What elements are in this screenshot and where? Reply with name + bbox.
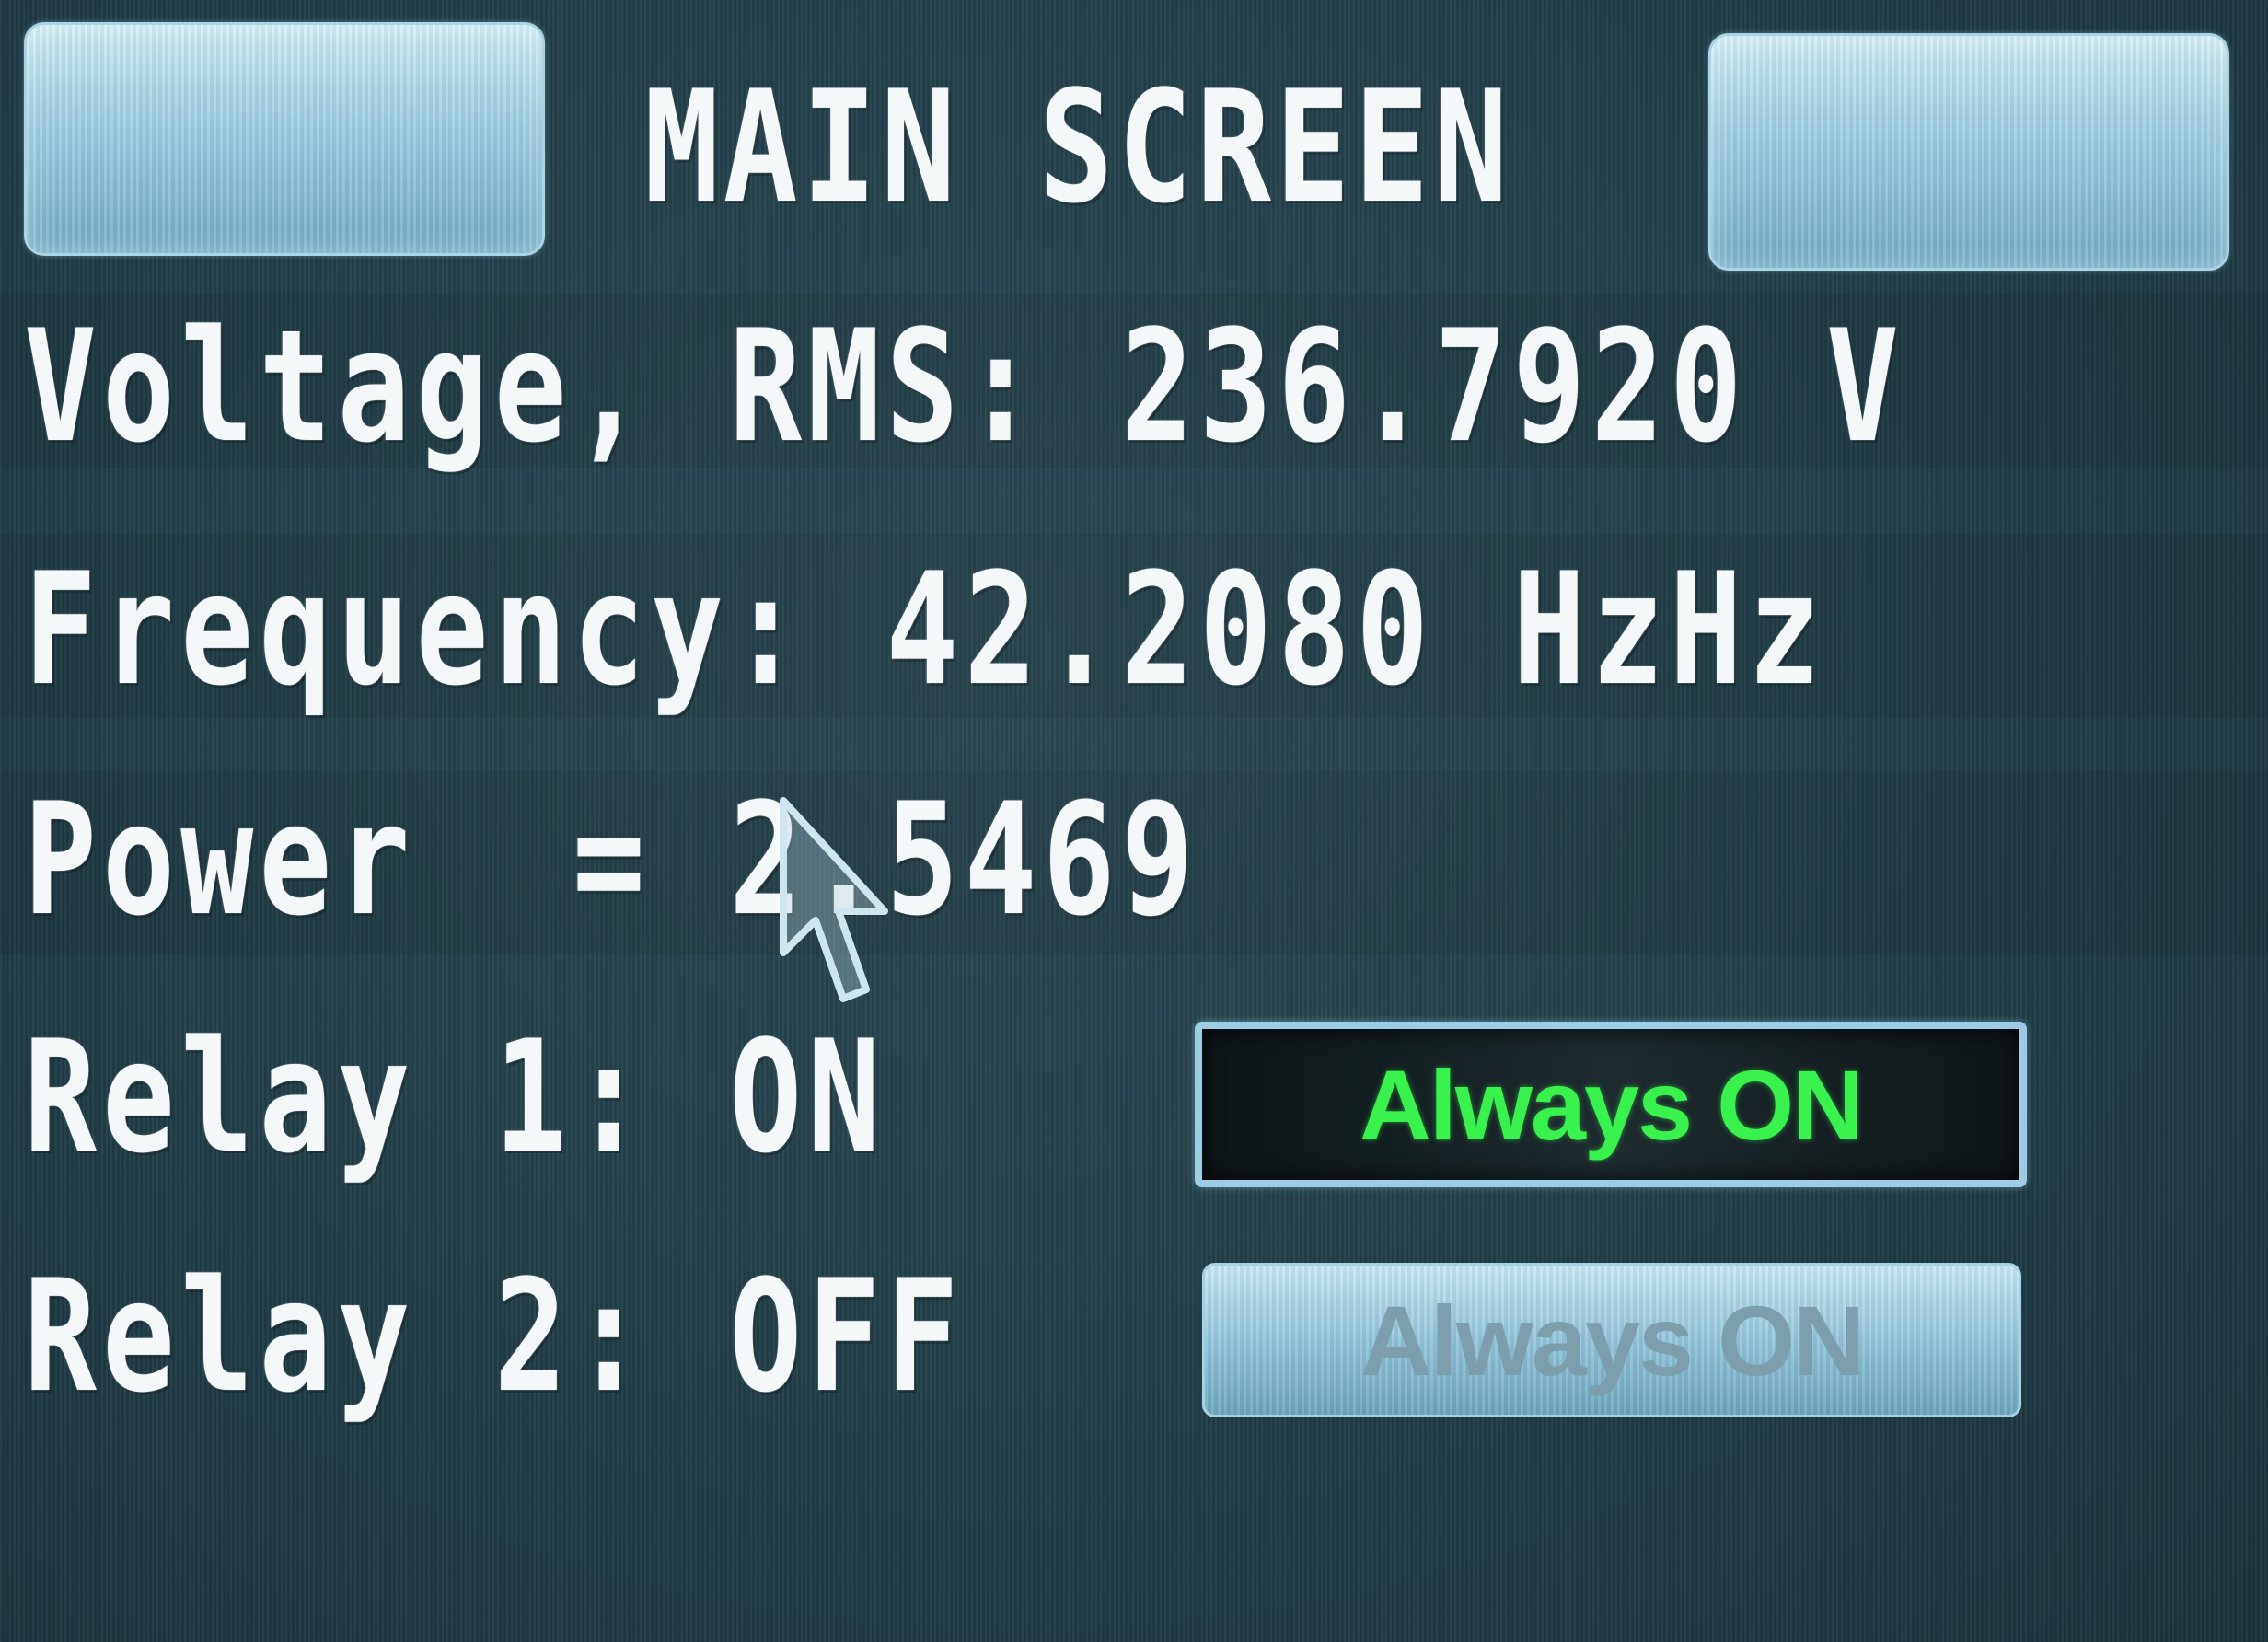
power-reading: Power = 2.5469 [24, 769, 1199, 950]
relay-1-always-on-button[interactable]: Always ON [1195, 1022, 2027, 1187]
page-title: MAIN SCREEN [644, 57, 1512, 237]
header-left-button[interactable] [24, 22, 545, 256]
relay-2-status: Relay 2: OFF [24, 1246, 965, 1427]
voltage-reading: Voltage, RMS: 236.7920 V [24, 296, 1905, 477]
arrow-cursor-icon [780, 797, 888, 1002]
relay-1-button-label: Always ON [1359, 1048, 1864, 1161]
lcd-screen: MAIN SCREEN Voltage, RMS: 236.7920 V Fre… [0, 0, 2268, 1642]
relay-1-status: Relay 1: ON [24, 1007, 886, 1187]
header-right-button[interactable] [1708, 33, 2229, 271]
relay-2-always-on-button[interactable]: Always ON [1202, 1263, 2021, 1417]
frequency-reading: Frequency: 42.2080 HzHz [24, 539, 1827, 720]
relay-2-button-label: Always ON [1360, 1284, 1865, 1396]
